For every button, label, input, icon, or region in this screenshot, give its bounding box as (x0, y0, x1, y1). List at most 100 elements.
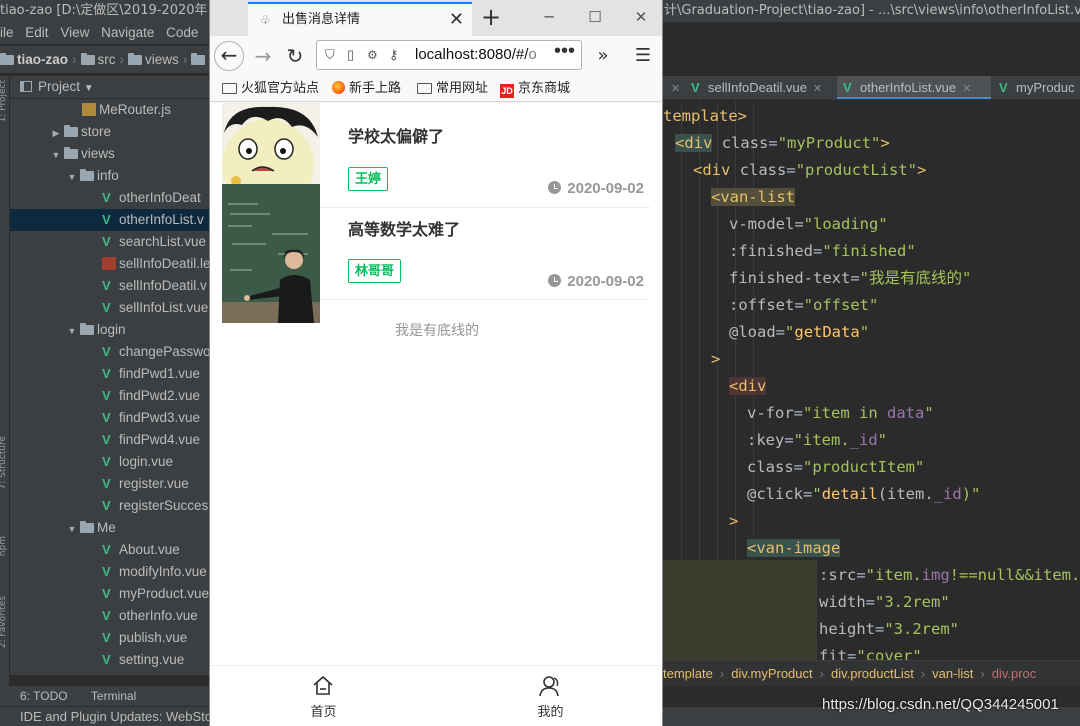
app-viewport: 学校太偏僻了 王婷 2020-09-02 高等数学太难了 林哥哥 2020-09… (210, 103, 662, 665)
side-label-npm[interactable]: npm (0, 536, 8, 556)
tree-item[interactable]: VsellInfoDeatil.v (10, 275, 209, 297)
tree-item-label: otherInfoDeat (119, 190, 201, 205)
browser-tab[interactable]: ♧ 出售消息详情 ✕ (248, 2, 472, 36)
overflow-icon[interactable]: » (588, 41, 618, 71)
forward-button[interactable]: → (248, 41, 278, 71)
chevron-down-icon[interactable]: ▼ (84, 83, 94, 94)
menu-view[interactable]: View (60, 25, 89, 40)
minimize-button[interactable]: ─ (526, 0, 572, 36)
chevron-down-icon[interactable]: ▼ (66, 320, 78, 342)
editor-tab-otherinfolist[interactable]: VotherInfoList.vue ✕ (837, 76, 991, 99)
side-label-project[interactable]: 1: Project (0, 80, 8, 122)
code-crumb[interactable]: div.proc (992, 666, 1037, 681)
tree-item[interactable]: VmodifyInfo.vue (10, 561, 209, 583)
chevron-down-icon[interactable]: ▼ (66, 518, 78, 540)
window-close-button[interactable]: ✕ (618, 0, 662, 36)
code-line: class="productItem" (747, 458, 925, 476)
hamburger-menu-icon[interactable]: ☰ (628, 41, 658, 71)
menu-code[interactable]: Code (166, 25, 198, 40)
tree-item[interactable]: VfindPwd4.vue (10, 429, 209, 451)
reload-button[interactable]: ↻ (280, 41, 310, 71)
tree-item[interactable]: VchangePasswo (10, 341, 209, 363)
tree-item[interactable]: ▼ login (10, 319, 209, 341)
tree-item[interactable]: V About.vue (10, 539, 209, 561)
tree-item[interactable]: VfindPwd2.vue (10, 385, 209, 407)
editor-tab-myproduct[interactable]: VmyProduc (993, 76, 1080, 99)
browser-tab-bar: ♧ 出售消息详情 ✕ + ─ ☐ ✕ (210, 0, 662, 36)
bookmark-firefox-site[interactable]: 火狐官方站点 (222, 74, 319, 101)
shield-icon[interactable]: ⛉ (325, 41, 335, 69)
tree-item[interactable]: VfindPwd3.vue (10, 407, 209, 429)
chevron-down-icon[interactable]: ▼ (66, 672, 78, 675)
tree-item[interactable]: VotherInfoList.v (10, 209, 209, 231)
tree-item[interactable]: VsellInfoList.vue (10, 297, 209, 319)
project-panel-header[interactable]: Project ▼ (10, 76, 209, 98)
tree-item[interactable]: VsearchList.vue (10, 231, 209, 253)
tree-item[interactable]: VregisterSucces (10, 495, 209, 517)
bookmark-common-urls[interactable]: 常用网址 (417, 74, 488, 101)
vue-file-icon: V (843, 80, 852, 95)
new-tab-button[interactable]: + (478, 0, 504, 36)
vue-file-icon: V (102, 630, 111, 645)
tree-item[interactable]: Vsetting.vue (10, 649, 209, 671)
vue-file-icon: V (102, 652, 111, 667)
folder-icon (80, 53, 95, 65)
item-date: 2020-09-02 (548, 273, 644, 290)
tree-item[interactable]: Vlogin.vue (10, 451, 209, 473)
tree-item[interactable]: sellInfoDeatil.le (10, 253, 209, 275)
bookmark-jd[interactable]: JD 京东商城 (500, 74, 570, 101)
key-icon[interactable]: ⚷ (389, 41, 399, 69)
tree-item[interactable]: Vpublish.vue (10, 627, 209, 649)
url-bar[interactable]: ⛉ ▯ ⚙ ⚷ localhost:8080/#/o ••• (316, 40, 582, 70)
tree-item[interactable]: MeRouter.js (10, 99, 209, 121)
tree-item[interactable]: ▼ views (10, 143, 209, 165)
tree-item[interactable]: ▼Home.vue (10, 671, 209, 675)
tree-item[interactable]: VotherInfo.vue (10, 605, 209, 627)
list-item[interactable]: 高等数学太难了 林哥哥 2020-09-02 (210, 184, 662, 323)
list-item[interactable]: 学校太偏僻了 王婷 2020-09-02 (210, 103, 662, 197)
side-label-structure[interactable]: 7: Structure (0, 436, 8, 490)
todo-tab[interactable]: 6: TODO (20, 689, 68, 703)
tabbar-item-me[interactable]: 我的 (437, 666, 662, 726)
tree-item[interactable]: VfindPwd1.vue (10, 363, 209, 385)
tree-item[interactable]: VotherInfoDeat (10, 187, 209, 209)
tree-item-label: registerSucces (119, 498, 209, 513)
code-crumb[interactable]: div.productList (831, 666, 914, 681)
tree-item-label: store (81, 124, 112, 139)
bookmark-getting-started[interactable]: 新手上路 (332, 74, 401, 101)
permissions-icon[interactable]: ⚙ (367, 41, 378, 69)
terminal-tab[interactable]: Terminal (91, 689, 136, 703)
crumb-project[interactable]: tiao-zao (17, 52, 68, 67)
tree-item[interactable]: VmyProduct.vue (10, 583, 209, 605)
code-crumb[interactable]: div.myProduct (731, 666, 812, 681)
back-button[interactable]: ← (214, 41, 244, 71)
crumb-src[interactable]: src (98, 52, 116, 67)
code-crumb[interactable]: van-list (932, 666, 973, 681)
tree-item[interactable]: ▼ Me (10, 517, 209, 539)
crumb-views[interactable]: views (145, 52, 179, 67)
ide-menu-bar: ile Edit View Navigate Code (0, 22, 209, 44)
page-actions-icon[interactable]: ••• (549, 41, 575, 65)
chevron-down-icon[interactable]: ▼ (50, 144, 62, 166)
maximize-button[interactable]: ☐ (572, 0, 618, 36)
chevron-right-icon[interactable]: ▶ (50, 122, 62, 144)
tabbar-item-home[interactable]: 首页 (210, 666, 437, 726)
close-icon[interactable]: ✕ (813, 83, 822, 95)
menu-file[interactable]: ile (0, 25, 14, 40)
code-crumb[interactable]: template (663, 666, 713, 681)
folder-icon (222, 83, 237, 94)
close-icon[interactable]: ✕ (962, 83, 971, 95)
code-editor[interactable]: template> <div class="myProduct"> <div c… (663, 101, 1080, 660)
editor-tab-sellinfodeatil[interactable]: VsellInfoDeatil.vue ✕ (685, 76, 835, 99)
tree-item[interactable]: ▼ info (10, 165, 209, 187)
menu-navigate[interactable]: Navigate (101, 25, 154, 40)
editor-tab-partial[interactable]: ✕ (663, 76, 680, 99)
chevron-down-icon[interactable]: ▼ (66, 166, 78, 188)
tree-item[interactable]: ▶ store (10, 121, 209, 143)
vue-file-icon: V (102, 586, 111, 601)
menu-edit[interactable]: Edit (25, 25, 48, 40)
tree-item[interactable]: Vregister.vue (10, 473, 209, 495)
close-icon[interactable]: ✕ (449, 4, 464, 36)
side-label-favorites[interactable]: 2: Favorites (0, 596, 8, 648)
code-line: <div class="myProduct"> (675, 134, 890, 152)
